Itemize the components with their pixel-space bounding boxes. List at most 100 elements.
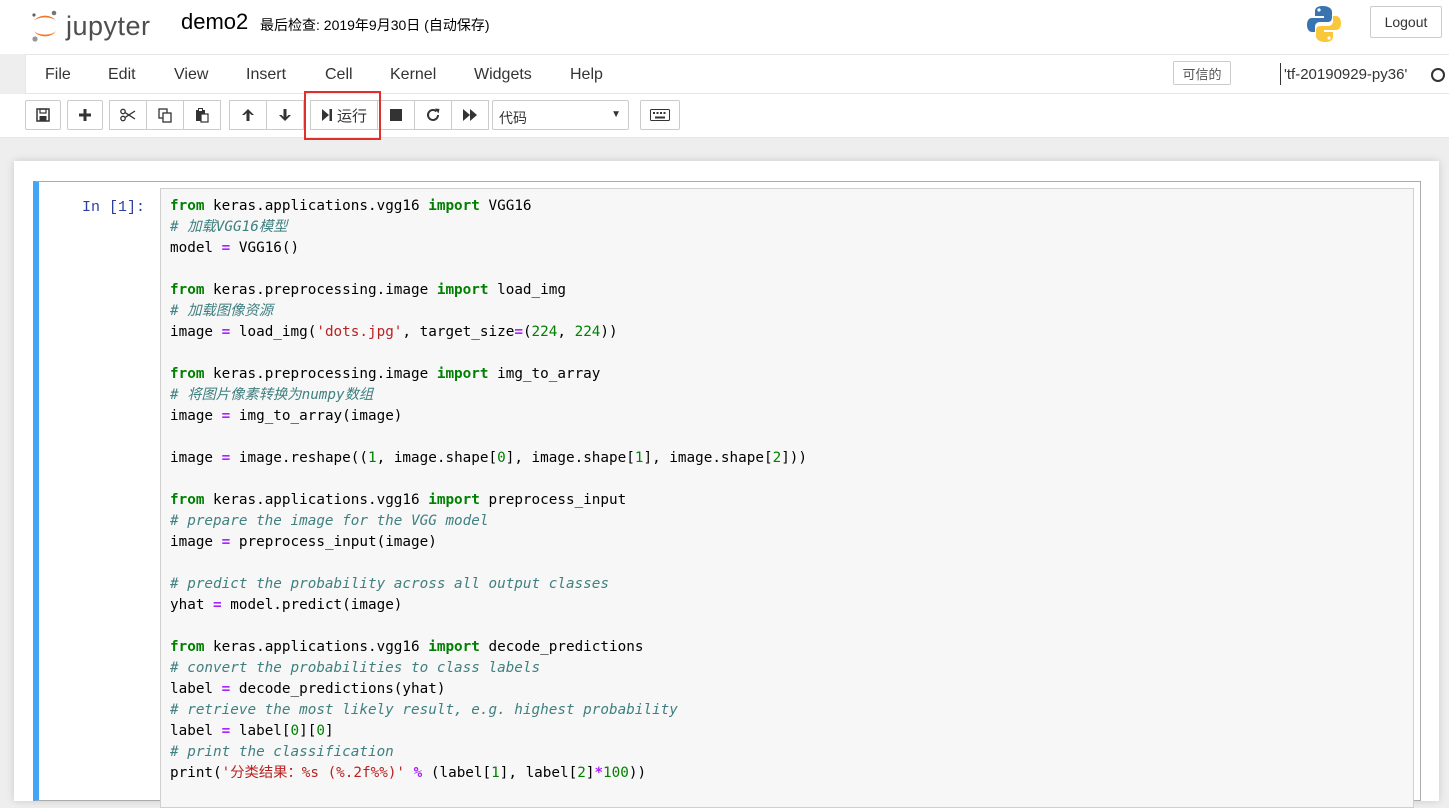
menu-help[interactable]: Help xyxy=(570,66,603,84)
code-token: # predict the probability across all out… xyxy=(170,576,609,592)
code-token: = xyxy=(221,240,231,256)
code-token: img_to_array(image) xyxy=(230,408,403,424)
copy-icon xyxy=(158,107,172,123)
code-line: # prepare the image for the VGG model xyxy=(170,511,807,532)
code-token: ])) xyxy=(781,450,808,466)
menu-view[interactable]: View xyxy=(174,66,208,84)
kernel-status-icon xyxy=(1431,68,1445,82)
code-line: from keras.applications.vgg16 import pre… xyxy=(170,490,807,511)
kernel-name[interactable]: 'tf-20190929-py36' xyxy=(1284,66,1407,83)
trusted-indicator[interactable]: 可信的 xyxy=(1173,61,1231,85)
code-token: )) xyxy=(628,765,647,781)
input-prompt: In [1]: xyxy=(82,199,146,216)
code-token: # convert the probabilities to class lab… xyxy=(170,660,541,676)
jupyter-brand: jupyter xyxy=(66,10,151,41)
code-line: label = decode_predictions(yhat) xyxy=(170,679,807,700)
code-token: import xyxy=(428,639,480,655)
code-line: image = load_img('dots.jpg', target_size… xyxy=(170,322,807,343)
paste-icon xyxy=(196,107,209,123)
code-line: from keras.preprocessing.image import lo… xyxy=(170,280,807,301)
code-token: keras.preprocessing.image xyxy=(204,366,437,382)
code-line: image = image.reshape((1, image.shape[0]… xyxy=(170,448,807,469)
arrow-down-icon xyxy=(279,109,291,121)
logout-button[interactable]: Logout xyxy=(1370,6,1442,38)
code-token: keras.applications.vgg16 xyxy=(204,492,429,508)
code-token: import xyxy=(436,282,489,298)
menu-insert[interactable]: Insert xyxy=(246,66,286,84)
code-token: = xyxy=(221,723,231,739)
code-token: # 加载VGG16模型 xyxy=(170,219,288,235)
code-token: # prepare the image for the VGG model xyxy=(170,513,489,529)
menu-file[interactable]: File xyxy=(45,66,71,84)
menu-edit[interactable]: Edit xyxy=(108,66,136,84)
cut-button[interactable] xyxy=(109,100,147,130)
code-token: VGG16() xyxy=(230,240,300,256)
code-token: image xyxy=(170,450,222,466)
save-button[interactable] xyxy=(25,100,61,130)
code-token: 0 xyxy=(497,450,506,466)
menu-cell[interactable]: Cell xyxy=(325,66,353,84)
code-token: , xyxy=(557,324,575,340)
cell-type-value: 代码 xyxy=(499,110,527,126)
code-token: = xyxy=(221,534,231,550)
fast-forward-icon xyxy=(463,109,477,121)
code-token: from xyxy=(170,639,205,655)
code-token: 'dots.jpg' xyxy=(316,324,403,340)
header: jupyter demo2 最后检查: 2019年9月30日 (自动保存) Lo… xyxy=(0,0,1449,54)
code-token: VGG16 xyxy=(479,198,532,214)
code-token: = xyxy=(221,408,231,424)
restart-button[interactable] xyxy=(414,100,452,130)
code-line: from keras.preprocessing.image import im… xyxy=(170,364,807,385)
paste-button[interactable] xyxy=(183,100,221,130)
restart-run-all-button[interactable] xyxy=(451,100,489,130)
code-token: model.predict(image) xyxy=(221,597,403,613)
code-token: from xyxy=(170,492,205,508)
code-token: '分类结果：%s (%.2f%%)' xyxy=(221,765,406,781)
code-token: image xyxy=(170,534,222,550)
code-token: (label[ xyxy=(422,765,492,781)
code-token: )) xyxy=(600,324,618,340)
code-line: # retrieve the most likely result, e.g. … xyxy=(170,700,807,721)
code-token: decode_predictions xyxy=(479,639,644,655)
code-line: # 将图片像素转换为numpy数组 xyxy=(170,385,807,406)
command-palette-button[interactable] xyxy=(640,100,680,130)
jupyter-logo[interactable]: jupyter xyxy=(30,8,151,44)
keyboard-icon xyxy=(650,109,670,121)
code-token: import xyxy=(428,492,480,508)
copy-button[interactable] xyxy=(146,100,184,130)
move-up-button[interactable] xyxy=(229,100,267,130)
interrupt-button[interactable] xyxy=(377,100,415,130)
code-token: label xyxy=(170,681,222,697)
code-token: 1 xyxy=(368,450,377,466)
code-text[interactable]: from keras.applications.vgg16 import VGG… xyxy=(170,196,807,784)
code-token: 2 xyxy=(577,765,586,781)
code-token: 224 xyxy=(531,324,558,340)
python-logo-icon xyxy=(1305,4,1343,49)
code-line: from keras.applications.vgg16 import dec… xyxy=(170,637,807,658)
code-token: , image.shape[ xyxy=(376,450,498,466)
menubar: File Edit View Insert Cell Kernel Widget… xyxy=(25,54,1449,94)
insert-cell-button[interactable] xyxy=(67,100,103,130)
code-token: ][ xyxy=(299,723,317,739)
notebook-name[interactable]: demo2 xyxy=(181,9,248,35)
save-icon xyxy=(36,108,50,122)
code-line: image = preprocess_input(image) xyxy=(170,532,807,553)
code-line: # print the classification xyxy=(170,742,807,763)
code-token: = xyxy=(221,681,231,697)
menu-widgets[interactable]: Widgets xyxy=(474,66,532,84)
stop-icon xyxy=(390,109,402,121)
code-token: model xyxy=(170,240,222,256)
code-token: keras.preprocessing.image xyxy=(204,282,437,298)
code-token: keras.applications.vgg16 xyxy=(204,639,429,655)
move-down-button[interactable] xyxy=(266,100,304,130)
code-token: 100 xyxy=(603,765,629,781)
code-token: print( xyxy=(170,765,222,781)
code-token: import xyxy=(428,198,480,214)
cell-type-select[interactable]: 代码 ▼ xyxy=(492,100,629,130)
toolbar: 运行 xyxy=(0,94,1449,138)
menu-kernel[interactable]: Kernel xyxy=(390,66,436,84)
